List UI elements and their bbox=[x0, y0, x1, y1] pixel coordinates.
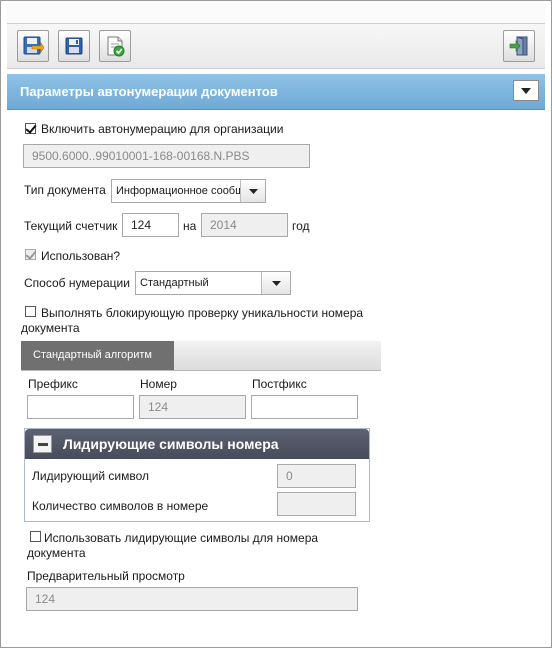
panel-header: Параметры автонумерации документов bbox=[7, 74, 545, 110]
counter-input[interactable]: 124 bbox=[122, 213, 179, 237]
leading-symbols-header: Лидирующие символы номера bbox=[25, 429, 369, 459]
postfix-input[interactable] bbox=[251, 395, 358, 419]
save-and-exit-button[interactable] bbox=[17, 30, 49, 62]
algorithm-tabbar: Стандартный алгоритм bbox=[21, 341, 381, 371]
chevron-down-icon bbox=[521, 87, 531, 94]
use-leading-checkbox[interactable] bbox=[30, 531, 41, 542]
use-leading-label-line2: документа bbox=[27, 546, 86, 560]
doc-type-select[interactable]: Информационное сообщ bbox=[111, 179, 266, 203]
leading-symbol-field[interactable]: 0 bbox=[277, 464, 356, 488]
postfix-label: Постфикс bbox=[252, 377, 307, 391]
dialog-frame: Параметры автонумерации документов Включ… bbox=[0, 0, 552, 648]
doc-type-label: Тип документа bbox=[24, 183, 106, 197]
preview-label: Предварительный просмотр bbox=[27, 569, 185, 583]
used-checkbox[interactable] bbox=[25, 249, 36, 260]
preview-field[interactable]: 124 bbox=[26, 587, 358, 611]
save-icon bbox=[65, 37, 83, 55]
prefix-input[interactable] bbox=[27, 395, 134, 419]
apply-icon bbox=[107, 36, 125, 57]
counter-year-field[interactable]: 2014 bbox=[201, 213, 288, 237]
counter-on-label: на bbox=[183, 219, 197, 233]
panel-collapse-button[interactable] bbox=[513, 80, 539, 101]
numbering-method-select[interactable]: Стандартный bbox=[135, 271, 291, 295]
prefix-label: Префикс bbox=[28, 377, 78, 391]
symbol-count-field[interactable] bbox=[277, 492, 356, 516]
doc-type-value: Информационное сообщ bbox=[116, 185, 240, 197]
numbering-method-dropdown-arrow[interactable] bbox=[261, 272, 290, 294]
minus-icon bbox=[37, 442, 48, 446]
apply-button[interactable] bbox=[99, 30, 131, 62]
numbering-method-label: Способ нумерации bbox=[24, 276, 130, 290]
leading-symbols-title: Лидирующие символы номера bbox=[63, 436, 279, 452]
counter-year-label: год bbox=[292, 219, 310, 233]
leading-symbols-fieldset: Лидирующие символы номера Лидирующий сим… bbox=[24, 428, 370, 522]
tab-standard-algorithm[interactable]: Стандартный алгоритм bbox=[21, 341, 174, 370]
chevron-down-icon bbox=[248, 188, 258, 194]
exit-button[interactable] bbox=[503, 30, 535, 62]
used-label: Использован? bbox=[41, 249, 121, 263]
unique-check-checkbox[interactable] bbox=[25, 306, 36, 317]
save-button[interactable] bbox=[58, 30, 90, 62]
enable-autonumbering-checkbox[interactable] bbox=[25, 123, 36, 134]
unique-check-label-line2: документа bbox=[21, 321, 80, 335]
exit-icon bbox=[509, 36, 528, 56]
enable-autonumbering-label: Включить автонумерацию для организации bbox=[41, 122, 284, 136]
number-field[interactable]: 124 bbox=[139, 395, 246, 419]
use-leading-label-line1: Использовать лидирующие символы для номе… bbox=[44, 531, 319, 545]
leading-symbol-label: Лидирующий символ bbox=[32, 469, 150, 483]
number-label: Номер bbox=[140, 377, 177, 391]
panel-title: Параметры автонумерации документов bbox=[20, 84, 278, 99]
chevron-down-icon bbox=[271, 280, 281, 286]
title-strip bbox=[7, 1, 545, 24]
symbol-count-label: Количество символов в номере bbox=[32, 499, 209, 513]
unique-check-label-line1: Выполнять блокирующую проверку уникально… bbox=[41, 306, 364, 320]
save-and-exit-icon bbox=[23, 36, 44, 55]
numbering-method-value: Стандартный bbox=[140, 277, 209, 289]
org-code-field[interactable]: 9500.6000..99010001-168-00168.N.PBS bbox=[23, 144, 310, 168]
leading-symbols-collapse-button[interactable] bbox=[33, 435, 52, 453]
doc-type-dropdown-arrow[interactable] bbox=[240, 180, 265, 202]
counter-label: Текущий счетчик bbox=[24, 219, 118, 233]
toolbar bbox=[7, 24, 545, 69]
